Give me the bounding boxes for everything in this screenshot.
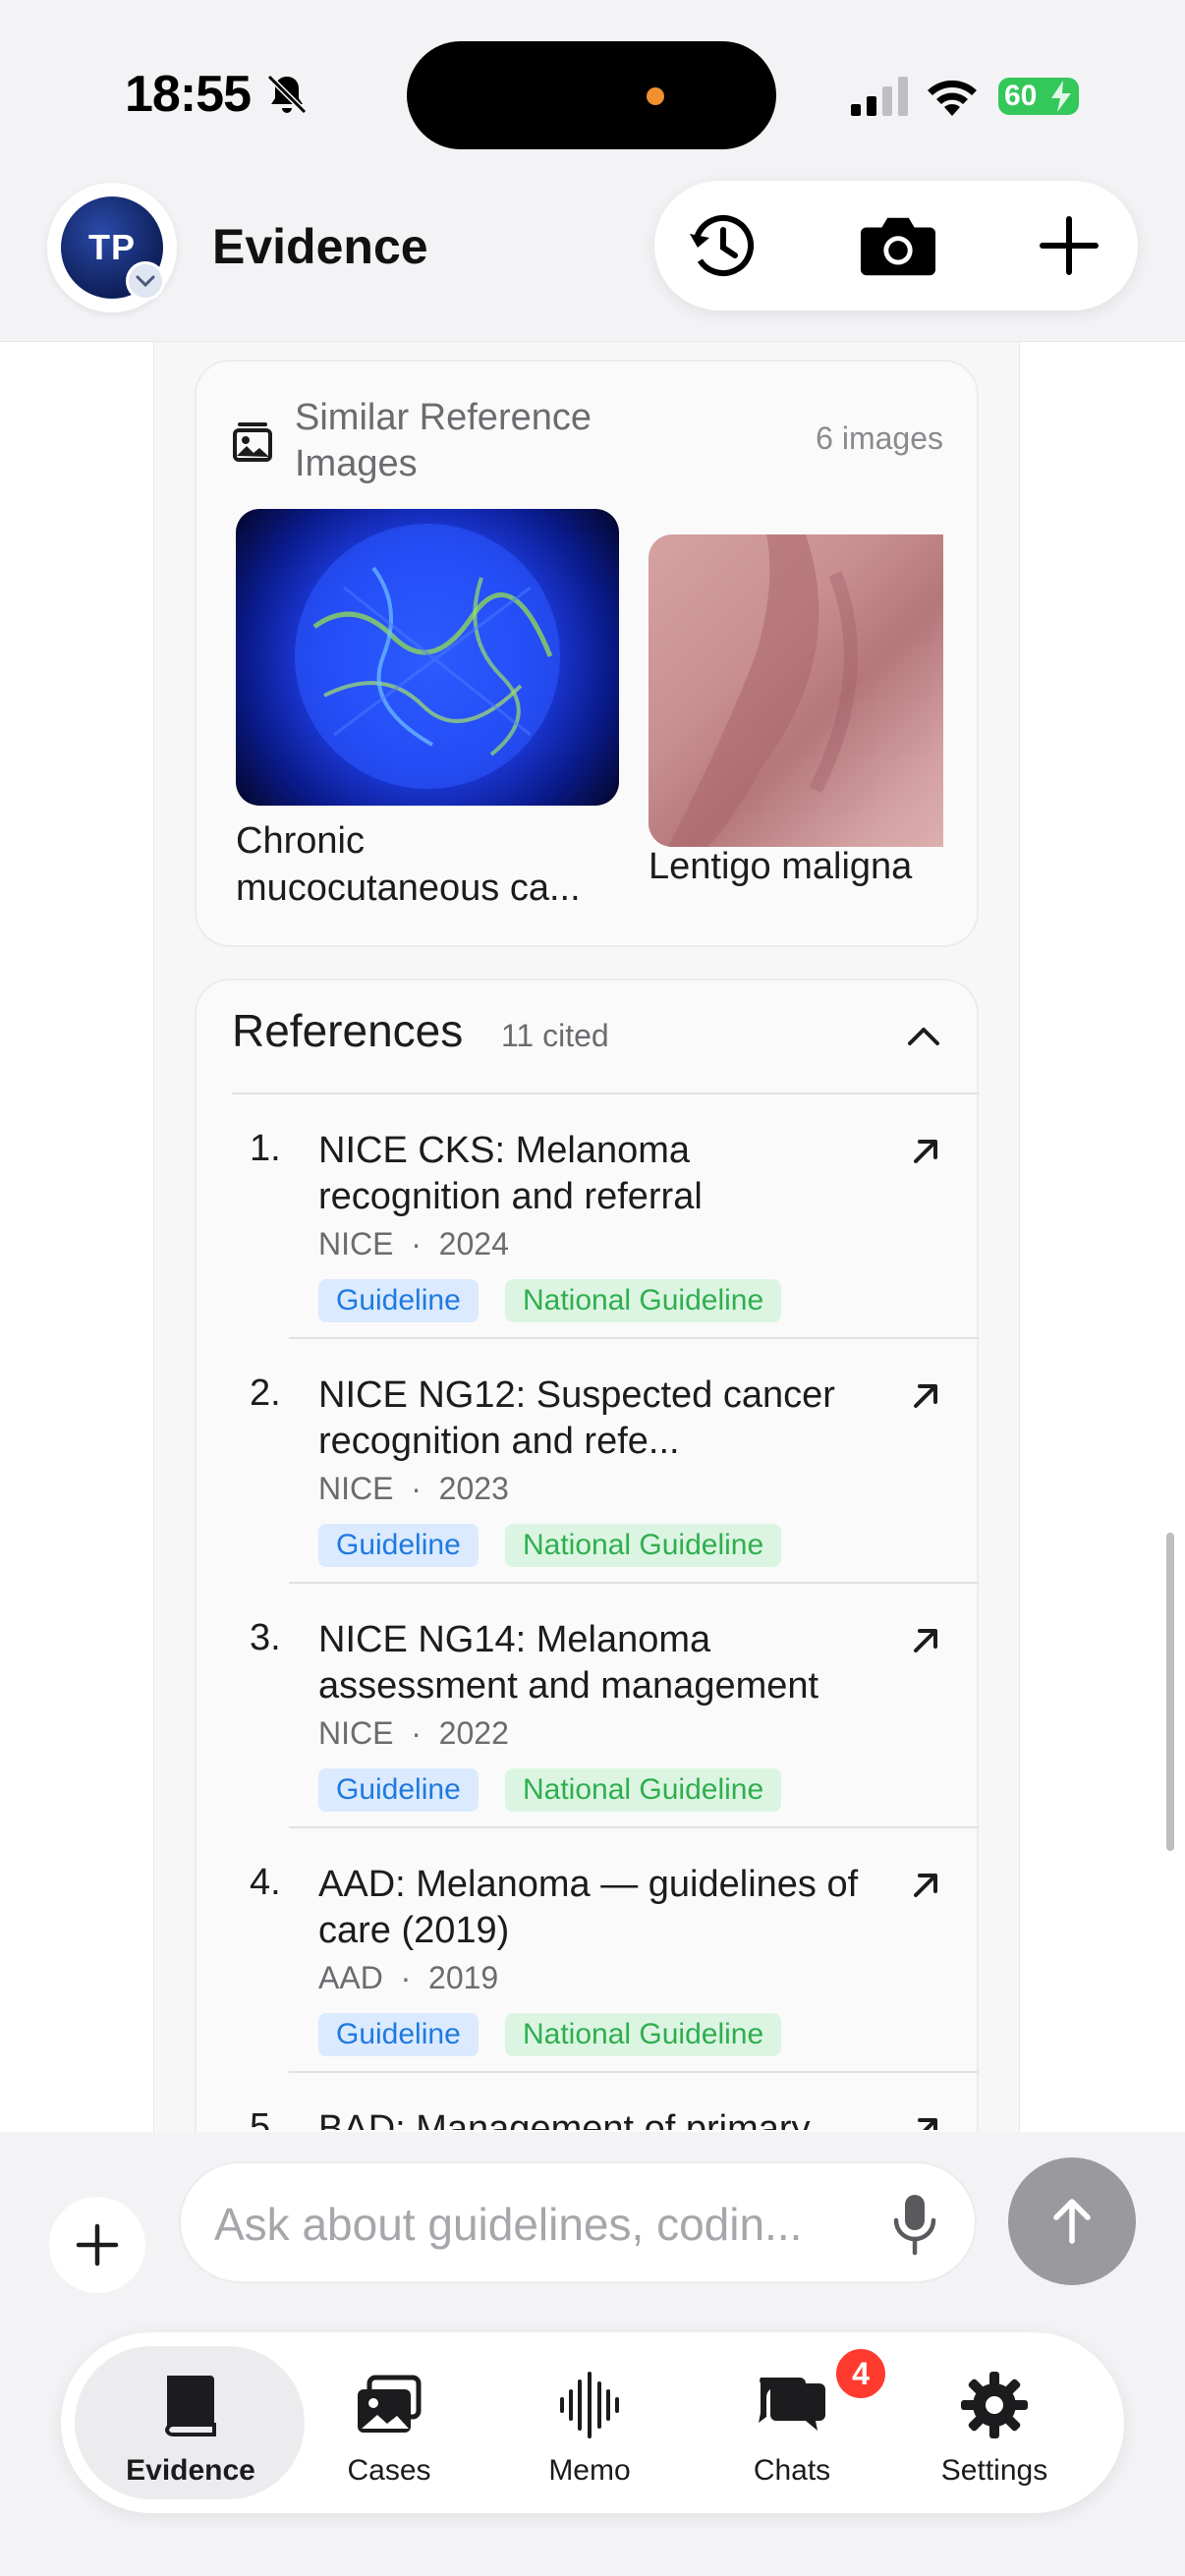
- tab-label: Memo: [548, 2454, 631, 2487]
- chat-bubbles-icon: [759, 2378, 825, 2431]
- new-button[interactable]: [1030, 206, 1108, 285]
- reference-title: NICE NG14: Melanoma assessment and manag…: [318, 1619, 819, 1707]
- unread-badge: 4: [833, 2346, 888, 2401]
- bell-off-icon: [266, 74, 308, 115]
- status-time: 18:55: [125, 66, 252, 123]
- guideline-tag: Guideline: [318, 1768, 479, 1812]
- dynamic-island: [407, 41, 776, 149]
- reference-number: 4.: [250, 1862, 281, 1903]
- external-link-icon[interactable]: [908, 1623, 943, 1658]
- wifi-icon: [928, 80, 977, 116]
- guideline-tag: Guideline: [318, 2013, 479, 2056]
- charging-bolt-icon: [1051, 81, 1071, 112]
- references-title: References: [232, 1005, 464, 1056]
- image-gallery-icon: [233, 422, 272, 462]
- tab-label: Cases: [347, 2454, 431, 2487]
- reference-image-thumbnail[interactable]: [236, 509, 619, 806]
- plus-icon: [1040, 216, 1099, 275]
- tab-memo[interactable]: Memo: [491, 2362, 688, 2490]
- similar-images-count: 6 images: [816, 420, 943, 456]
- reference-meta: AAD · 2019: [318, 1960, 499, 1995]
- microphone-icon[interactable]: [890, 2193, 939, 2256]
- references-list: 1. NICE CKS: Melanoma recognition and re…: [197, 1094, 979, 2130]
- external-link-icon[interactable]: [908, 1868, 943, 1903]
- national-guideline-tag: National Guideline: [505, 1768, 782, 1812]
- privacy-indicator: [647, 87, 664, 105]
- waveform-icon: [560, 2372, 619, 2438]
- chevron-down-icon: [126, 261, 165, 301]
- book-icon: [164, 2376, 216, 2436]
- chevron-up-icon[interactable]: [904, 1018, 943, 1053]
- reference-number: 5.: [250, 2106, 281, 2130]
- tab-label: Evidence: [126, 2454, 255, 2487]
- reference-number: 3.: [250, 1617, 281, 1658]
- ask-input[interactable]: [214, 2189, 863, 2260]
- national-guideline-tag: National Guideline: [505, 1524, 782, 1567]
- external-link-icon[interactable]: [908, 1134, 943, 1169]
- gear-icon: [961, 2372, 1028, 2438]
- external-link-icon[interactable]: [908, 2112, 943, 2130]
- ask-input-container: [179, 2161, 977, 2283]
- reference-image-thumbnail[interactable]: [649, 534, 943, 847]
- plus-icon: [76, 2223, 119, 2267]
- send-button[interactable]: [1008, 2157, 1136, 2285]
- reference-title: AAD: Melanoma — guidelines of care (2019…: [318, 1864, 859, 1951]
- reference-meta: NICE · 2023: [318, 1471, 509, 1506]
- national-guideline-tag: National Guideline: [505, 2013, 782, 2056]
- reference-title: NICE CKS: Melanoma recognition and refer…: [318, 1130, 703, 1217]
- references-cited-count: 11 cited: [501, 1018, 609, 1053]
- tab-cases[interactable]: Cases: [291, 2362, 487, 2490]
- cellular-signal-icon: [851, 77, 908, 116]
- reference-item[interactable]: 2. NICE NG12: Suspected cancer recogniti…: [197, 1339, 979, 1584]
- image-caption: Lentigo maligna: [649, 846, 913, 887]
- camera-icon: [860, 217, 936, 276]
- reference-number: 1.: [250, 1128, 281, 1169]
- page-title: Evidence: [212, 219, 428, 274]
- tab-label: Chats: [753, 2454, 831, 2487]
- image-caption: Chronic mucocutaneous ca...: [236, 820, 581, 909]
- national-guideline-tag: National Guideline: [505, 1279, 782, 1322]
- reference-item[interactable]: 1. NICE CKS: Melanoma recognition and re…: [197, 1094, 979, 1339]
- images-icon: [358, 2375, 422, 2433]
- reference-title: BAD: Management of primary: [318, 2108, 811, 2130]
- attach-button[interactable]: [49, 2197, 145, 2293]
- reference-item[interactable]: 3. NICE NG14: Melanoma assessment and ma…: [197, 1584, 979, 1828]
- guideline-tag: Guideline: [318, 1524, 479, 1567]
- history-button[interactable]: [682, 206, 761, 285]
- scrollbar[interactable]: [1166, 1533, 1174, 1851]
- similar-images-title: Similar Reference Images: [295, 397, 592, 484]
- reference-meta: NICE · 2022: [318, 1715, 509, 1751]
- guideline-tag: Guideline: [318, 1279, 479, 1322]
- reference-item[interactable]: 4. AAD: Melanoma — guidelines of care (2…: [197, 1828, 979, 2073]
- history-icon: [690, 215, 754, 276]
- external-link-icon[interactable]: [908, 1378, 943, 1414]
- tab-settings[interactable]: Settings: [896, 2362, 1093, 2490]
- similar-images-carousel[interactable]: Chronic mucocutaneous ca... Lentigo mali…: [236, 509, 943, 931]
- reference-title: NICE NG12: Suspected cancer recognition …: [318, 1374, 835, 1462]
- tab-label: Settings: [940, 2454, 1048, 2487]
- reference-meta: NICE · 2024: [318, 1226, 509, 1261]
- camera-button[interactable]: [859, 206, 937, 285]
- reference-item[interactable]: 5. BAD: Management of primary: [197, 2073, 979, 2130]
- tab-evidence[interactable]: Evidence: [92, 2362, 289, 2490]
- reference-number: 2.: [250, 1372, 281, 1414]
- arrow-up-icon: [1053, 2199, 1091, 2244]
